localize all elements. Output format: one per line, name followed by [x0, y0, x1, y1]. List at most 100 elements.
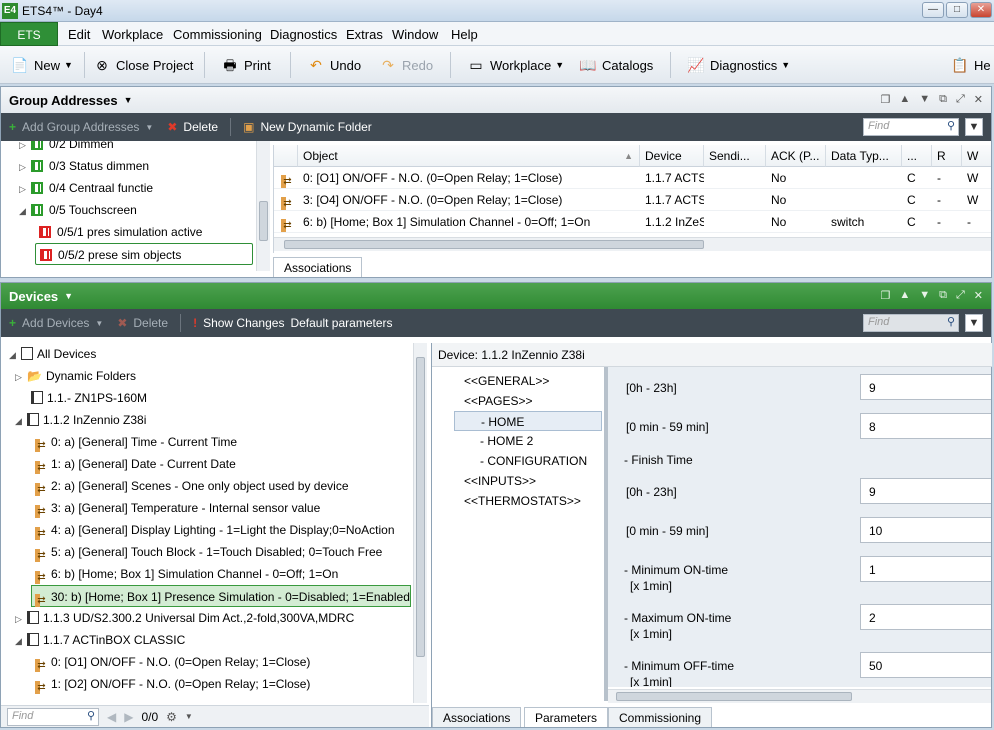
- tree-item[interactable]: 1.1.- ZN1PS-160M: [31, 387, 147, 409]
- new-button[interactable]: 📄 New ▼: [10, 56, 73, 74]
- tree-item[interactable]: ▷ 0/4 Centraal functie: [19, 177, 153, 199]
- parameter-input[interactable]: 9: [860, 478, 991, 504]
- prev-icon[interactable]: ◀: [107, 710, 116, 724]
- menu-window[interactable]: Window: [392, 27, 438, 42]
- parameter-input[interactable]: 10: [860, 517, 991, 543]
- delete-button[interactable]: Delete: [133, 316, 168, 330]
- maximize-button[interactable]: □: [946, 2, 968, 18]
- add-group-addresses-button[interactable]: Add Group Addresses: [22, 120, 139, 134]
- tab-commissioning[interactable]: Commissioning: [608, 707, 713, 727]
- menu-commissioning[interactable]: Commissioning: [173, 27, 262, 42]
- tree-item-selected[interactable]: ⇄ 30: b) [Home; Box 1] Presence Simulatio…: [31, 585, 411, 607]
- add-devices-button[interactable]: Add Devices: [22, 316, 89, 330]
- menu-help[interactable]: Help: [451, 27, 478, 42]
- help-button[interactable]: 📋 He: [950, 56, 990, 74]
- column-header-object[interactable]: Object ▲: [298, 145, 640, 167]
- undo-button[interactable]: ↶ Undo: [306, 56, 361, 74]
- scrollbar-thumb[interactable]: [284, 240, 704, 249]
- arrow-down-icon[interactable]: ▼: [919, 93, 930, 106]
- collapse-icon[interactable]: ◢: [15, 410, 27, 432]
- column-header-ack[interactable]: ACK (P...: [766, 145, 826, 167]
- find-input[interactable]: Find ⚲: [863, 314, 959, 332]
- tree-item[interactable]: ◢ All Devices: [9, 343, 96, 365]
- tab-associations[interactable]: Associations: [273, 257, 363, 277]
- tree-item[interactable]: ⇄ 2: a) [General] Scenes - One only objec…: [35, 475, 349, 497]
- tree-item[interactable]: ⇄ 5: a) [General] Touch Block - 1=Touch D…: [35, 541, 382, 563]
- expand-icon[interactable]: ⤢: [956, 289, 965, 302]
- collapse-icon[interactable]: ◢: [15, 630, 27, 652]
- delete-button[interactable]: Delete: [183, 120, 218, 134]
- footer-find-input[interactable]: Find ⚲: [7, 707, 99, 726]
- tree-item[interactable]: ⇄ 1: a) [General] Date - Current Date: [35, 453, 236, 475]
- nav-home[interactable]: - HOME: [454, 411, 602, 431]
- diagnostics-button[interactable]: 📈 Diagnostics ▼: [686, 56, 790, 74]
- float-icon[interactable]: ⧉: [939, 93, 947, 106]
- catalogs-button[interactable]: 📖 Catalogs: [578, 56, 653, 74]
- scrollbar-thumb[interactable]: [616, 692, 852, 701]
- tree-item-selected[interactable]: 0/5/2 prese sim objects: [35, 243, 253, 265]
- arrow-down-icon[interactable]: ▼: [919, 289, 930, 302]
- tree-item[interactable]: ◢ 1.1.7 ACTinBOX CLASSIC: [15, 629, 185, 651]
- expand-icon[interactable]: ▷: [19, 156, 31, 178]
- arrow-up-icon[interactable]: ▲: [899, 289, 910, 302]
- menu-edit[interactable]: Edit: [68, 27, 90, 42]
- close-icon[interactable]: ✕: [974, 289, 983, 302]
- tree-item[interactable]: ▷ 📂 Dynamic Folders: [15, 365, 136, 387]
- vertical-scrollbar[interactable]: [256, 141, 270, 271]
- tree-item[interactable]: ⇄ 0: a) [General] Time - Current Time: [35, 431, 237, 453]
- tree-item[interactable]: 0/5/1 pres simulation active: [39, 221, 202, 243]
- chevron-down-icon[interactable]: ▼: [64, 291, 73, 301]
- scrollbar-thumb[interactable]: [259, 201, 268, 241]
- menu-diagnostics[interactable]: Diagnostics: [270, 27, 337, 42]
- table-row[interactable]: ⇄ 3: [O4] ON/OFF - N.O. (0=Open Relay; 1…: [274, 189, 991, 211]
- column-header-w[interactable]: W: [962, 145, 991, 167]
- close-window-button[interactable]: ✕: [970, 2, 992, 18]
- column-header-sending[interactable]: Sendi...: [704, 145, 766, 167]
- tab-parameters[interactable]: Parameters: [524, 707, 609, 727]
- tree-item[interactable]: ◢ 1.1.2 InZennio Z38i: [15, 409, 146, 431]
- restore-icon[interactable]: ❐: [880, 289, 890, 302]
- filter-icon[interactable]: ▼: [965, 118, 983, 136]
- chevron-down-icon[interactable]: ▼: [185, 712, 193, 721]
- tree-item[interactable]: ⇄ 1: [O2] ON/OFF - N.O. (0=Open Relay; 1=…: [35, 673, 310, 695]
- expand-icon[interactable]: ▷: [19, 141, 31, 156]
- arrow-up-icon[interactable]: ▲: [899, 93, 910, 106]
- tree-item[interactable]: ⇄ 4: a) [General] Display Lighting - 1=Li…: [35, 519, 395, 541]
- restore-icon[interactable]: ❐: [880, 93, 890, 106]
- next-icon[interactable]: ▶: [124, 710, 133, 724]
- float-icon[interactable]: ⧉: [939, 289, 947, 302]
- column-header-datatype[interactable]: Data Typ...: [826, 145, 902, 167]
- filter-icon[interactable]: ▼: [965, 314, 983, 332]
- vertical-scrollbar[interactable]: [413, 343, 427, 703]
- chevron-down-icon[interactable]: ▼: [124, 95, 133, 105]
- scrollbar-thumb[interactable]: [416, 357, 425, 657]
- default-parameters-button[interactable]: Default parameters: [290, 316, 392, 330]
- new-dynamic-folder-button[interactable]: New Dynamic Folder: [260, 120, 371, 134]
- close-project-button[interactable]: ⊗ Close Project: [92, 56, 193, 74]
- expand-icon[interactable]: ▷: [15, 608, 27, 630]
- parameter-input[interactable]: 9: [860, 374, 991, 400]
- parameter-input[interactable]: 50: [860, 652, 991, 678]
- parameter-input[interactable]: 8: [860, 413, 991, 439]
- menu-ets[interactable]: ETS: [0, 22, 58, 46]
- expand-icon[interactable]: ▷: [19, 178, 31, 200]
- chevron-down-icon[interactable]: ▼: [145, 123, 153, 132]
- expand-icon[interactable]: ⤢: [956, 93, 965, 106]
- minimize-button[interactable]: —: [922, 2, 944, 18]
- redo-button[interactable]: ↷ Redo: [378, 56, 433, 74]
- horizontal-scrollbar[interactable]: [608, 689, 991, 703]
- settings-gear-icon[interactable]: ⚙: [166, 710, 177, 724]
- tree-item[interactable]: ⇄ 3: a) [General] Temperature - Internal …: [35, 497, 320, 519]
- menu-extras[interactable]: Extras: [346, 27, 383, 42]
- tree-item[interactable]: ▷ 0/3 Status dimmen: [19, 155, 149, 177]
- tree-item[interactable]: ▷ 1.1.3 UD/S2.300.2 Universal Dim Act.,2-…: [15, 607, 354, 629]
- horizontal-scrollbar[interactable]: [274, 237, 991, 251]
- tree-item[interactable]: ◢ 0/5 Touchscreen: [19, 199, 137, 221]
- table-row[interactable]: ⇄ 6: b) [Home; Box 1] Simulation Channel…: [274, 211, 991, 233]
- column-header-c[interactable]: ...: [902, 145, 932, 167]
- parameter-input[interactable]: 1: [860, 556, 991, 582]
- menu-workplace[interactable]: Workplace: [102, 27, 163, 42]
- parameter-input[interactable]: 2: [860, 604, 991, 630]
- tree-item[interactable]: ▷ 0/2 Dimmen: [19, 141, 114, 155]
- print-button[interactable]: 🖶 Print: [220, 56, 270, 74]
